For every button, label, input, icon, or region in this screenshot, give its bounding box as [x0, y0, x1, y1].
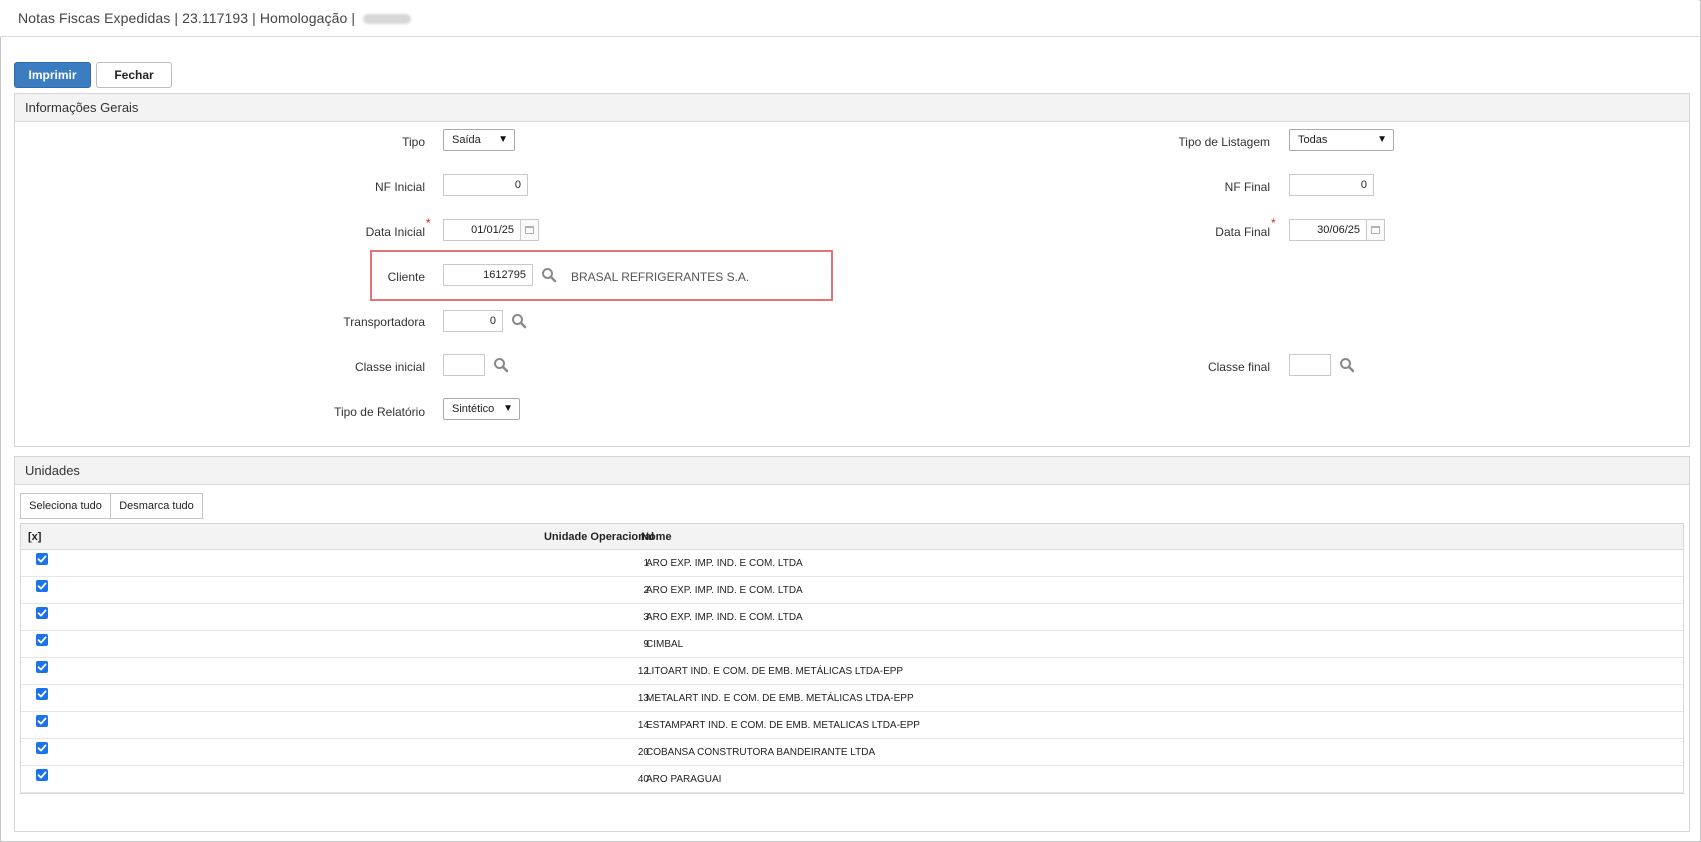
- name-cell: ARO EXP. IMP. IND. E COM. LTDA: [646, 558, 803, 569]
- title-bar: Notas Fiscas Expedidas | 23.117193 | Hom…: [0, 0, 1699, 37]
- general-info-heading: Informações Gerais: [25, 100, 139, 115]
- row-checkbox[interactable]: [36, 607, 48, 619]
- name-cell: LITOART IND. E COM. DE EMB. METÁLICAS LT…: [646, 666, 904, 677]
- calendar-button[interactable]: [1367, 219, 1385, 241]
- tipo-label: Tipo: [402, 135, 425, 149]
- redacted-text: [363, 14, 412, 25]
- name-cell: ESTAMPART IND. E COM. DE EMB. METALICAS …: [646, 720, 920, 731]
- window-title: Notas Fiscas Expedidas | 23.117193 | Hom…: [18, 10, 412, 26]
- calendar-icon: [1371, 226, 1380, 234]
- tipo-listagem-select-value: Todas: [1298, 134, 1328, 146]
- row-checkbox[interactable]: [36, 553, 48, 565]
- general-info-header: Informações Gerais: [15, 94, 1689, 122]
- data-final-input[interactable]: 30/06/25: [1289, 219, 1367, 241]
- classe-inicial-input[interactable]: [443, 354, 485, 376]
- classe-final-input[interactable]: [1289, 354, 1331, 376]
- tipo-relatorio-select[interactable]: Sintético ▼: [443, 398, 520, 420]
- name-cell: ARO PARAGUAI: [646, 774, 722, 785]
- table-row[interactable]: 12 LITOART IND. E COM. DE EMB. METÁLICAS …: [21, 657, 1683, 685]
- name-cell: ARO EXP. IMP. IND. E COM. LTDA: [646, 585, 803, 596]
- general-info-panel: Informações Gerais: [14, 93, 1690, 447]
- table-row[interactable]: 20 COBANSA CONSTRUTORA BANDEIRANTE LTDA: [21, 738, 1683, 766]
- name-cell: CIMBAL: [646, 639, 684, 650]
- search-icon[interactable]: [493, 357, 509, 373]
- row-checkbox[interactable]: [36, 742, 48, 754]
- name-column-header[interactable]: Nome: [641, 531, 672, 543]
- data-final-label: Data Final: [1215, 225, 1270, 239]
- row-checkbox[interactable]: [36, 769, 48, 781]
- search-icon[interactable]: [541, 267, 557, 283]
- calendar-button[interactable]: [521, 219, 539, 241]
- units-table: [x] Unidade Operacional Nome 1 ARO EXP. I…: [20, 523, 1684, 794]
- check-icon: [37, 555, 47, 563]
- table-row[interactable]: 1 ARO EXP. IMP. IND. E COM. LTDA: [21, 549, 1683, 577]
- cliente-input[interactable]: 1612795: [443, 264, 533, 286]
- table-row[interactable]: 9 CIMBAL: [21, 630, 1683, 658]
- tipo-listagem-select[interactable]: Todas ▼: [1289, 129, 1394, 151]
- nf-final-input[interactable]: 0: [1289, 174, 1374, 196]
- name-cell: METALART IND. E COM. DE EMB. METÁLICAS L…: [646, 693, 914, 704]
- name-cell: ARO EXP. IMP. IND. E COM. LTDA: [646, 612, 803, 623]
- row-checkbox[interactable]: [36, 661, 48, 673]
- chevron-down-icon: ▼: [503, 403, 513, 414]
- transportadora-label: Transportadora: [343, 315, 425, 329]
- row-checkbox[interactable]: [36, 688, 48, 700]
- check-icon: [37, 609, 47, 617]
- row-checkbox[interactable]: [36, 580, 48, 592]
- close-button[interactable]: Fechar: [96, 62, 172, 88]
- table-row[interactable]: 40 ARO PARAGUAI: [21, 765, 1683, 793]
- check-icon: [37, 582, 47, 590]
- transportadora-input[interactable]: 0: [443, 310, 503, 332]
- nf-inicial-label: NF Inicial: [374, 180, 425, 194]
- search-icon[interactable]: [1339, 357, 1355, 373]
- window-title-text: Notas Fiscas Expedidas | 23.117193 | Hom…: [18, 10, 356, 26]
- row-checkbox[interactable]: [36, 634, 48, 646]
- search-icon[interactable]: [511, 313, 527, 329]
- check-column-header[interactable]: [x]: [28, 531, 41, 543]
- table-row[interactable]: 3 ARO EXP. IMP. IND. E COM. LTDA: [21, 603, 1683, 631]
- tipo-relatorio-label: Tipo de Relatório: [334, 405, 425, 419]
- unit-column-header[interactable]: Unidade Operacional: [544, 531, 654, 543]
- tipo-relatorio-select-value: Sintético: [452, 403, 495, 415]
- table-row[interactable]: 2 ARO EXP. IMP. IND. E COM. LTDA: [21, 576, 1683, 604]
- tipo-select-value: Saída: [452, 134, 481, 146]
- required-marker: *: [426, 216, 431, 230]
- check-icon: [37, 690, 47, 698]
- cliente-label: Cliente: [387, 270, 425, 284]
- check-icon: [37, 663, 47, 671]
- classe-inicial-label: Classe inicial: [354, 360, 425, 374]
- name-cell: COBANSA CONSTRUTORA BANDEIRANTE LTDA: [646, 747, 876, 758]
- print-button[interactable]: Imprimir: [14, 62, 91, 88]
- chevron-down-icon: ▼: [498, 134, 508, 145]
- data-inicial-input[interactable]: 01/01/25: [443, 219, 521, 241]
- nf-final-label: NF Final: [1224, 180, 1270, 194]
- check-icon: [37, 636, 47, 644]
- chevron-down-icon: ▼: [1377, 134, 1387, 145]
- cliente-description: BRASAL REFRIGERANTES S.A.: [571, 270, 750, 284]
- deselect-all-button[interactable]: Desmarca tudo: [110, 493, 203, 519]
- units-heading: Unidades: [25, 463, 80, 478]
- select-all-button[interactable]: Seleciona tudo: [20, 493, 111, 519]
- check-icon: [37, 744, 47, 752]
- units-header: Unidades: [15, 457, 1689, 485]
- row-checkbox[interactable]: [36, 715, 48, 727]
- tipo-listagem-label: Tipo de Listagem: [1178, 135, 1270, 149]
- classe-final-label: Classe final: [1207, 360, 1270, 374]
- data-inicial-label: Data Inicial: [365, 225, 425, 239]
- check-icon: [37, 771, 47, 779]
- check-icon: [37, 717, 47, 725]
- tipo-select[interactable]: Saída ▼: [443, 129, 515, 151]
- nf-inicial-input[interactable]: 0: [443, 174, 528, 196]
- units-table-header: [x] Unidade Operacional Nome: [21, 524, 1683, 550]
- required-marker: *: [1271, 216, 1276, 230]
- table-row[interactable]: 13 METALART IND. E COM. DE EMB. METÁLICAS…: [21, 684, 1683, 712]
- table-row[interactable]: 14 ESTAMPART IND. E COM. DE EMB. METALICA…: [21, 711, 1683, 739]
- calendar-icon: [525, 226, 534, 234]
